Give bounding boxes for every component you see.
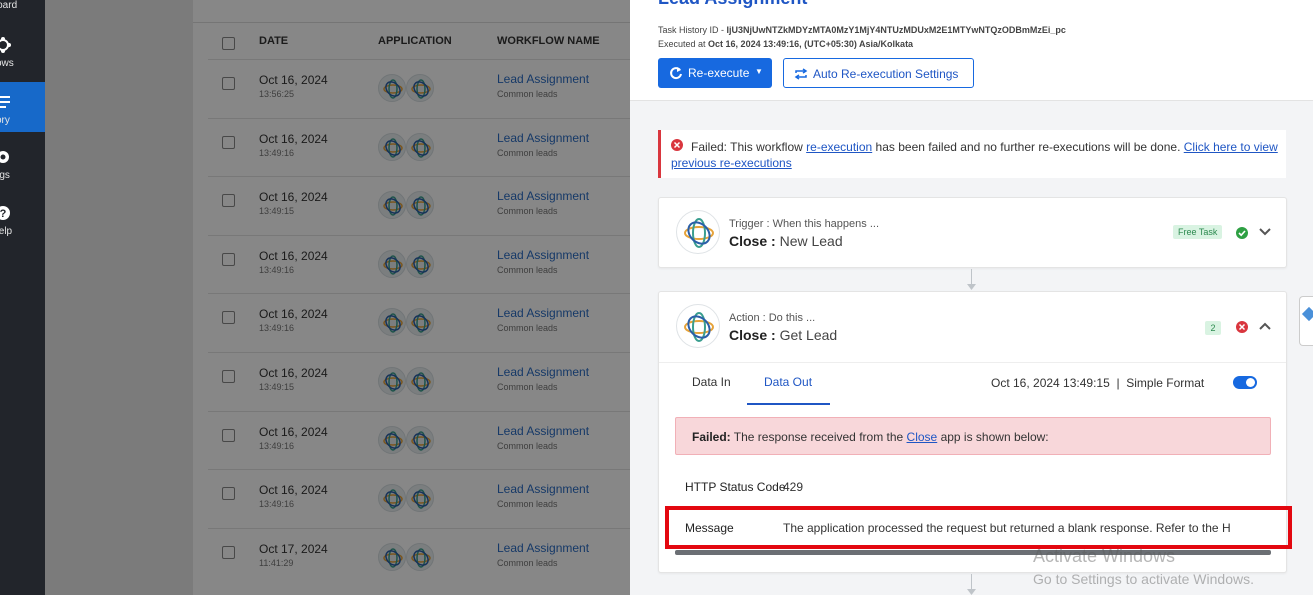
- chevron-up-icon[interactable]: [1258, 319, 1272, 333]
- sidebar-item-help[interactable]: ? t Help: [0, 196, 45, 246]
- step-sep: :: [767, 327, 780, 343]
- step-event: New Lead: [779, 233, 843, 249]
- failed-bold: Failed:: [692, 430, 731, 444]
- close-app-logo: [676, 210, 720, 254]
- modal-backdrop[interactable]: [45, 0, 630, 595]
- sidebar-item-label: nboard: [0, 0, 18, 11]
- step-app: Close: [729, 233, 768, 249]
- auto-reexecution-label: Auto Re-execution Settings: [813, 67, 959, 81]
- sidebar-item-history[interactable]: istory: [0, 82, 45, 132]
- activate-windows-subtitle: Go to Settings to activate Windows.: [1033, 571, 1254, 587]
- help-icon: ?: [0, 206, 10, 220]
- step-kind: Action : Do this ...: [729, 312, 816, 324]
- tab-data-in[interactable]: Data In: [692, 375, 731, 389]
- task-count-badge: 2: [1205, 321, 1221, 335]
- sidebar-item-settings[interactable]: ttings: [0, 140, 45, 190]
- field-label-http-status: HTTP Status Code: [685, 480, 786, 494]
- reexecute-label: Re-execute: [688, 66, 750, 80]
- alert-prefix: Failed: This workflow: [691, 140, 807, 154]
- trigger-step-card[interactable]: Trigger : When this happens ... Close : …: [658, 197, 1287, 268]
- free-task-badge: Free Task: [1173, 225, 1223, 239]
- message-row-highlight: [665, 506, 1292, 549]
- sidebar-item-workflows[interactable]: kflows: [0, 30, 45, 80]
- repeat-icon: [794, 68, 808, 80]
- alert-middle: has been failed and no further re-execut…: [872, 140, 1184, 154]
- panel-header: Lead Assignment Task History ID - IjU3Nj…: [630, 0, 1313, 101]
- sidebar-item-label: istory: [0, 115, 10, 126]
- execution-meta: Oct 16, 2024 13:49:15 | Simple Format: [991, 376, 1204, 390]
- step-sep: :: [767, 233, 780, 249]
- execution-timestamp: Oct 16, 2024 13:49:15: [991, 376, 1110, 390]
- side-drawer-handle[interactable]: [1299, 296, 1313, 346]
- arrow-down-icon: [967, 589, 976, 595]
- page-title: Lead Assignment: [658, 0, 807, 9]
- step-connector: [971, 269, 972, 285]
- activate-windows-title: Activate Windows: [1033, 546, 1176, 566]
- reexecute-button[interactable]: Re-execute ▼: [658, 58, 772, 88]
- horizontal-scrollbar[interactable]: [675, 550, 1271, 555]
- close-app-logo: [676, 304, 720, 348]
- failed-text-1: The response received from the: [730, 430, 907, 444]
- step-title: Close : Get Lead: [729, 327, 837, 343]
- simple-format-label: Simple Format: [1126, 376, 1205, 390]
- data-tabs: Data In Data Out Oct 16, 2024 13:49:15 |…: [659, 362, 1286, 405]
- meta-divider: |: [1116, 376, 1120, 390]
- toggle-knob: [1246, 378, 1255, 387]
- executed-at: Executed at Oct 16, 2024 13:49:16, (UTC+…: [658, 39, 913, 49]
- failed-text-2: app is shown below:: [937, 430, 1049, 444]
- failed-text: Failed: The response received from the C…: [692, 430, 1049, 444]
- diamond-icon: [1301, 306, 1313, 322]
- simple-format-toggle[interactable]: [1233, 376, 1257, 389]
- gear-icon: [0, 151, 9, 163]
- step-title: Close : New Lead: [729, 233, 843, 249]
- step-app: Close: [729, 327, 768, 343]
- refresh-icon: [670, 67, 682, 80]
- chevron-down-icon: ▼: [755, 67, 763, 76]
- step-kind: Trigger : When this happens ...: [729, 218, 879, 230]
- field-value-http-status: 429: [783, 480, 804, 494]
- arrow-down-icon: [967, 284, 976, 290]
- sidebar-item-label: kflows: [0, 58, 14, 69]
- step-connector: [971, 574, 972, 590]
- sidebar: nboard kflows istory ttings ? t Help: [0, 0, 45, 595]
- executed-label: Executed at: [658, 39, 709, 49]
- task-id-label: Task History ID -: [658, 25, 727, 35]
- sidebar-item-label: ttings: [0, 170, 10, 181]
- failure-alert: Failed: This workflow re-execution has b…: [658, 130, 1286, 178]
- workflows-icon: [0, 37, 11, 53]
- svg-text:?: ?: [0, 208, 7, 220]
- alert-text: Failed: This workflow re-execution has b…: [671, 139, 1281, 171]
- close-app-link[interactable]: Close: [907, 430, 938, 444]
- error-icon: [1236, 321, 1248, 333]
- reexecution-link[interactable]: re-execution: [806, 140, 872, 154]
- auto-reexecution-settings-button[interactable]: Auto Re-execution Settings: [783, 58, 974, 88]
- history-icon: [0, 96, 10, 108]
- tab-data-out[interactable]: Data Out: [764, 375, 812, 389]
- task-history-id: Task History ID - IjU3NjUwNTZkMDYzMTA0Mz…: [658, 25, 1066, 35]
- executed-value: Oct 16, 2024 13:49:16, (UTC+05:30) Asia/…: [708, 39, 914, 49]
- chevron-down-icon[interactable]: [1258, 225, 1272, 239]
- response-failed-message: Failed: The response received from the C…: [675, 417, 1271, 455]
- step-event: Get Lead: [779, 327, 838, 343]
- sidebar-item-label: t Help: [0, 226, 13, 237]
- success-check-icon: [1236, 227, 1248, 239]
- task-id-value: IjU3NjUwNTZkMDYzMTA0MzY1MjY4NTUzMDUxM2E1…: [726, 25, 1066, 35]
- active-tab-indicator: [747, 403, 830, 405]
